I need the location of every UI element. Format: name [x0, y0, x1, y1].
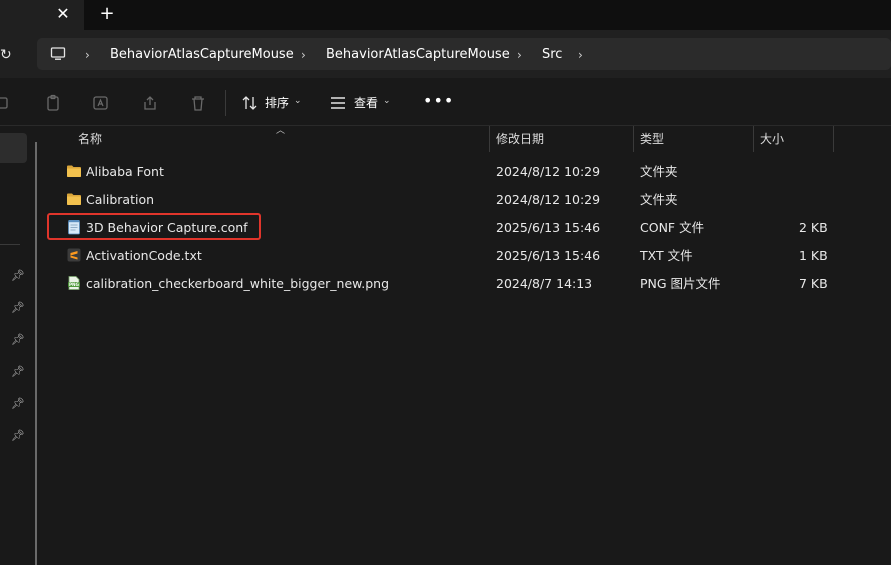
file-type: CONF 文件 — [640, 220, 705, 235]
file-modified: 2024/8/12 10:29 — [496, 192, 601, 207]
sort-button[interactable]: 排序 — [265, 95, 289, 111]
share-icon[interactable] — [141, 94, 159, 112]
svg-text:PNG: PNG — [69, 282, 80, 287]
breadcrumb-separator[interactable]: › — [578, 46, 583, 64]
file-name: calibration_checkerboard_white_bigger_ne… — [86, 276, 390, 291]
this-pc-icon[interactable] — [50, 46, 66, 62]
delete-icon[interactable] — [189, 94, 207, 112]
file-name: Calibration — [86, 192, 155, 207]
breadcrumb-item[interactable]: BehaviorAtlasCaptureMouse — [110, 46, 294, 64]
pin-icon[interactable]: 📌︎ — [11, 334, 25, 346]
pin-icon[interactable]: 📌︎ — [11, 430, 25, 442]
breadcrumb-separator[interactable]: › — [517, 46, 522, 64]
copy-icon[interactable] — [0, 94, 18, 112]
column-divider[interactable] — [753, 126, 754, 152]
tab-bar — [0, 0, 891, 30]
file-type: 文件夹 — [640, 192, 678, 207]
new-tab-icon[interactable]: + — [98, 4, 116, 24]
file-modified: 2024/8/12 10:29 — [496, 164, 601, 179]
folder-icon — [67, 193, 81, 205]
column-divider[interactable] — [489, 126, 490, 152]
file-modified: 2025/6/13 15:46 — [496, 220, 601, 235]
breadcrumb-separator[interactable]: › — [85, 46, 90, 64]
file-name: ActivationCode.txt — [86, 248, 202, 263]
pin-icon[interactable]: 📌︎ — [11, 366, 25, 378]
refresh-icon[interactable]: ↻ — [0, 46, 14, 64]
file-type: 文件夹 — [640, 164, 678, 179]
toolbar-divider — [225, 90, 226, 116]
file-size: 2 KB — [799, 220, 828, 235]
table-row[interactable] — [48, 186, 891, 214]
sort-ascending-icon: ︿ — [276, 126, 286, 136]
chevron-down-icon[interactable]: ⌄ — [294, 96, 302, 106]
file-size: 7 KB — [799, 276, 828, 291]
nav-divider — [0, 244, 20, 245]
column-header-type[interactable]: 类型 — [640, 131, 664, 147]
column-header-size[interactable]: 大小 — [760, 131, 784, 147]
png-icon: PNG — [68, 276, 80, 290]
column-divider[interactable] — [833, 126, 834, 152]
pin-icon[interactable]: 📌︎ — [11, 302, 25, 314]
view-button[interactable]: 查看 — [354, 95, 378, 111]
nav-item-selected[interactable] — [0, 133, 27, 163]
breadcrumb-item[interactable]: BehaviorAtlasCaptureMouse — [326, 46, 510, 64]
breadcrumb-separator[interactable]: › — [301, 46, 306, 64]
file-modified: 2024/8/7 14:13 — [496, 276, 593, 291]
file-size: 1 KB — [799, 248, 828, 263]
table-row[interactable] — [48, 158, 891, 186]
file-name: Alibaba Font — [86, 164, 164, 179]
sublime-icon — [67, 248, 81, 262]
rename-icon[interactable] — [92, 94, 110, 112]
folder-icon — [67, 165, 81, 177]
highlight-box — [47, 213, 261, 240]
view-icon[interactable] — [329, 94, 347, 112]
breadcrumb-item-current[interactable]: Src — [542, 46, 562, 64]
pin-icon[interactable]: 📌︎ — [11, 398, 25, 410]
chevron-down-icon[interactable]: ⌄ — [383, 96, 391, 106]
column-divider[interactable] — [633, 126, 634, 152]
pin-icon[interactable]: 📌︎ — [11, 270, 25, 282]
paste-icon[interactable] — [45, 94, 63, 112]
file-type: TXT 文件 — [640, 248, 693, 263]
sort-icon[interactable] — [241, 94, 259, 112]
column-header-name[interactable]: 名称 — [78, 131, 102, 147]
column-header-modified[interactable]: 修改日期 — [496, 131, 544, 147]
active-tab[interactable] — [0, 0, 84, 30]
file-modified: 2025/6/13 15:46 — [496, 248, 601, 263]
file-type: PNG 图片文件 — [640, 276, 721, 291]
more-options-icon[interactable]: ••• — [423, 93, 453, 111]
nav-pane-scrollbar[interactable] — [35, 142, 37, 565]
close-tab-icon[interactable]: ✕ — [55, 5, 71, 23]
